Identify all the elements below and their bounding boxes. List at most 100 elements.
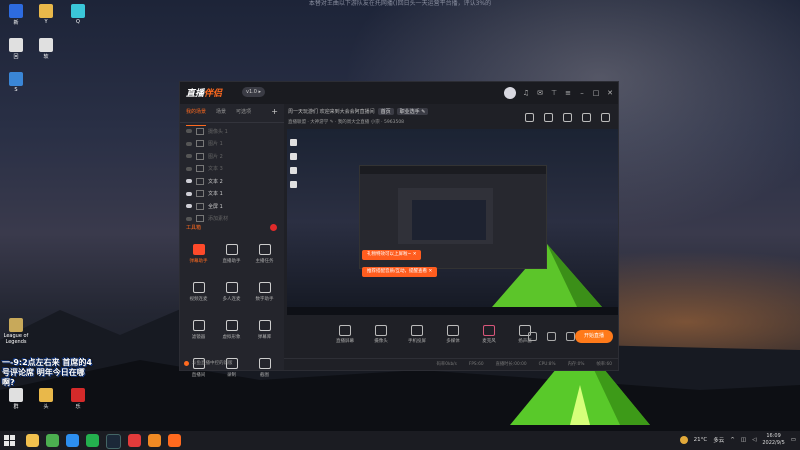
source-item[interactable]: 全屏 1 [180, 200, 284, 213]
tool-screenshot[interactable]: 截图 [248, 352, 281, 386]
source-item[interactable]: 文本 2 [180, 175, 284, 188]
category-tag[interactable]: 首页 [377, 108, 394, 115]
phone-cast-button[interactable]: 手机投屏 [404, 325, 430, 344]
eye-icon[interactable] [186, 154, 192, 159]
eye-icon[interactable] [186, 204, 192, 209]
add-scene-button[interactable]: + [271, 108, 278, 122]
source-item[interactable]: 文本 3 [180, 163, 284, 176]
multimedia-button[interactable]: 多媒体 [440, 325, 466, 344]
tool-record[interactable]: 录制 [215, 352, 248, 386]
gift-icon[interactable] [525, 113, 534, 122]
network-icon[interactable]: ◫ [741, 437, 746, 443]
temperature[interactable]: 21°C [694, 437, 708, 443]
tool-danmu-assistant[interactable]: 弹幕助手 [182, 238, 215, 272]
app-red-icon[interactable] [128, 434, 141, 447]
share-icon[interactable] [601, 113, 610, 122]
camera-button[interactable]: 摄像头 [368, 325, 394, 344]
tool-filter[interactable]: 滤镜器 [182, 314, 215, 348]
status-framerate: 帧率:60 [596, 362, 612, 367]
volume-icon[interactable]: ◁ [752, 437, 756, 443]
tool-live-assistant[interactable]: 直播助手 [215, 238, 248, 272]
tool-danmu-library[interactable]: 弹幕库 [248, 314, 281, 348]
tool-digital-assistant[interactable]: 数字助手 [248, 276, 281, 310]
start-live-button[interactable]: 开始直播 [575, 330, 613, 343]
text-icon [196, 190, 204, 198]
footer-note[interactable]: 斗鱼直播中控的新版 [184, 360, 233, 366]
notification-icon[interactable]: ▭ [791, 437, 796, 443]
eye-icon[interactable] [186, 141, 192, 146]
desktop-icon-3[interactable]: Q [64, 4, 92, 25]
desktop-icon-2[interactable]: Y [32, 4, 60, 25]
status-fps: FPS:60 [468, 362, 484, 367]
tab-scenes[interactable]: 场景 [216, 108, 226, 122]
system-tray: 21°C 多云 ^ ◫ ◁ 16:09 2022/9/5 ▭ [679, 433, 796, 447]
message-icon[interactable]: ✉ [536, 89, 544, 97]
source-item[interactable]: 摄像头 1 [180, 125, 284, 138]
eye-icon[interactable] [186, 179, 192, 184]
tray-chevron-icon[interactable]: ^ [730, 437, 735, 443]
folder-icon[interactable] [26, 434, 39, 447]
minimize-icon[interactable]: – [578, 89, 586, 97]
stream-preview[interactable]: 礼物特效可以上屏啦~ ✕ 推荐搭配音质/互动，提醒查看 ✕ [287, 129, 618, 315]
steam-icon[interactable] [106, 434, 121, 449]
screen-capture-button[interactable]: 直播屏幕 [332, 325, 358, 344]
app-orange-icon[interactable] [148, 434, 161, 447]
bell-icon[interactable] [582, 113, 591, 122]
desktop-icon-league[interactable]: League of Legends [2, 318, 30, 345]
tool-live-room[interactable]: 直播间 [182, 352, 215, 386]
record-icon[interactable] [528, 332, 537, 341]
desktop-icon-5[interactable]: 软 [32, 38, 60, 60]
edge-icon[interactable] [66, 434, 79, 447]
close-icon[interactable]: ✕ [606, 89, 614, 97]
eye-icon[interactable] [186, 191, 192, 196]
desktop-icon-9[interactable]: 乐 [64, 388, 92, 410]
app-icon [71, 4, 85, 18]
toolbox-close-icon[interactable] [270, 224, 277, 231]
maximize-icon[interactable]: □ [592, 89, 600, 97]
eye-icon[interactable] [547, 332, 556, 341]
tab-my-scenes[interactable]: 我的场景 [186, 108, 207, 126]
desktop-icon-7[interactable]: 群 [2, 388, 30, 410]
desktop-icon-label: 新 [13, 20, 19, 26]
avatar[interactable] [504, 87, 516, 99]
source-item[interactable]: 文本 1 [180, 188, 284, 201]
lock-icon[interactable] [563, 113, 572, 122]
live-app-icon[interactable] [168, 434, 181, 447]
shirt-icon[interactable]: ⊤ [550, 89, 558, 97]
scene-tabs: 我的场景 场景 可选项 + [180, 104, 284, 126]
role-tag[interactable]: 职业选手 ✎ [396, 108, 429, 115]
app-icon [39, 38, 53, 52]
tool-video-link[interactable]: 视频连麦 [182, 276, 215, 310]
desktop-icon-8[interactable]: 头 [32, 388, 60, 410]
weather-icon[interactable] [679, 436, 688, 444]
recommend-tip[interactable]: 推荐搭配音质/互动，提醒查看 ✕ [362, 267, 438, 277]
chrome-icon[interactable] [46, 434, 59, 447]
eye-icon[interactable] [186, 166, 192, 171]
version-badge[interactable]: v1.0 ▸ [242, 87, 266, 97]
app-green-icon[interactable] [86, 434, 99, 447]
settings-icon[interactable] [566, 332, 575, 341]
desktop-icon-4[interactable]: 回 [2, 38, 30, 60]
menu-icon[interactable]: ≡ [564, 89, 572, 97]
clock[interactable]: 16:09 2022/9/5 [762, 433, 784, 447]
desktop-icon-1[interactable]: 新 [2, 4, 30, 26]
eye-icon[interactable] [186, 129, 192, 134]
source-list: 摄像头 1 图片 1 图片 2 文本 3 文本 2 文本 1 全屏 1 添加素材 [180, 123, 284, 227]
preview-taskbar [287, 307, 618, 315]
source-item[interactable]: 图片 1 [180, 138, 284, 151]
status-bitrate: 码率0kb/s [436, 362, 457, 367]
tab-options[interactable]: 可选项 [236, 108, 251, 122]
gift-effect-tip[interactable]: 礼物特效可以上屏啦~ ✕ [362, 250, 422, 260]
tool-streamer-task[interactable]: 主播任务 [248, 238, 281, 272]
tool-avatar[interactable]: 虚拟形象 [215, 314, 248, 348]
microphone-button[interactable]: 麦克风 [476, 325, 502, 344]
desktop-icon-6[interactable]: S [2, 72, 30, 93]
headset-icon[interactable]: ♫ [522, 89, 530, 97]
preview-desktop-icons [290, 139, 300, 195]
source-item[interactable]: 图片 2 [180, 150, 284, 163]
start-button[interactable] [4, 435, 15, 446]
source-toolbar: 直播屏幕 摄像头 手机投屏 多媒体 麦克风 扬声器 [332, 325, 538, 344]
tool-multi-link[interactable]: 多人连麦 [215, 276, 248, 310]
calendar-icon[interactable] [544, 113, 553, 122]
weather-text[interactable]: 多云 [713, 436, 724, 444]
